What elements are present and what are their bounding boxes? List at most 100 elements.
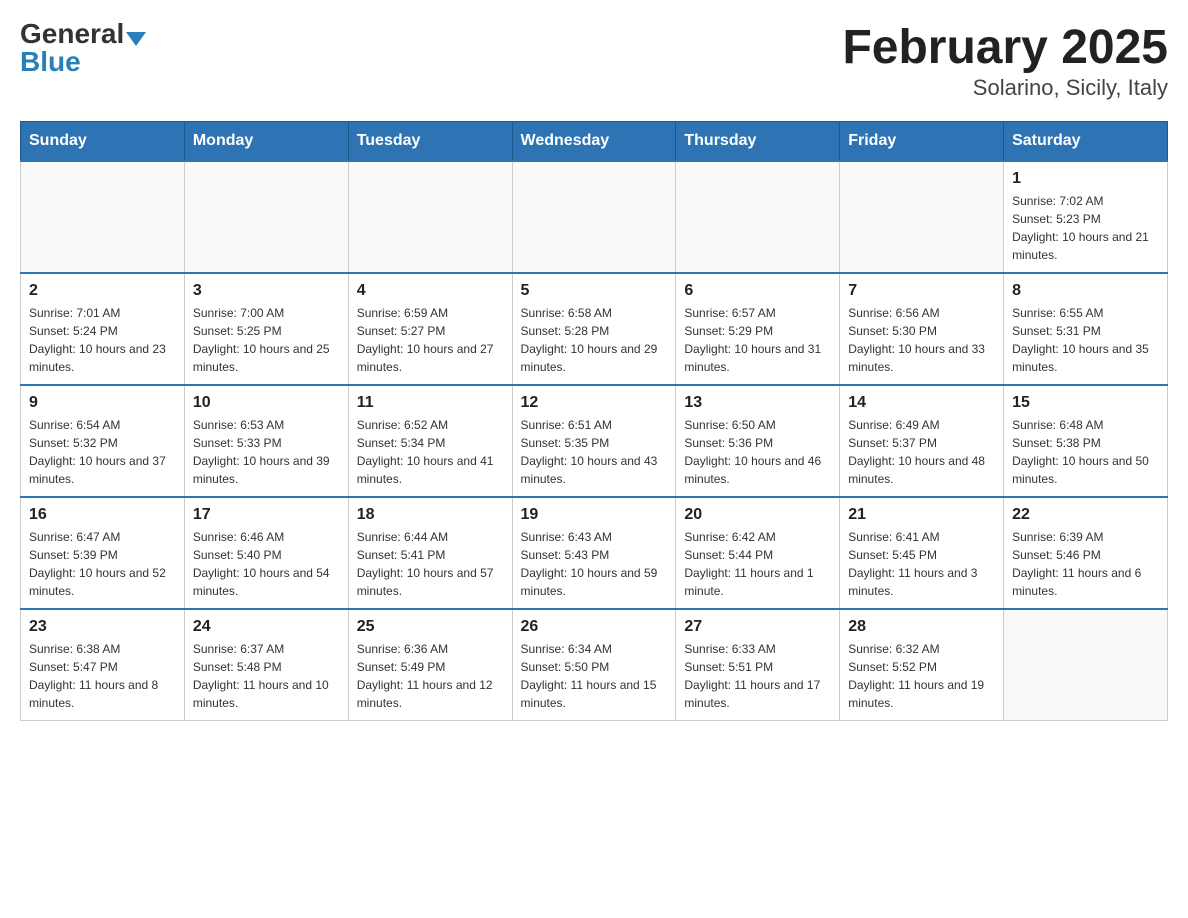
table-row: 19 Sunrise: 6:43 AMSunset: 5:43 PMDayligh…	[512, 497, 676, 609]
calendar-table: Sunday Monday Tuesday Wednesday Thursday…	[20, 121, 1168, 721]
day-number: 21	[848, 506, 995, 524]
table-row: 10 Sunrise: 6:53 AMSunset: 5:33 PMDayligh…	[184, 385, 348, 497]
day-number: 2	[29, 282, 176, 300]
day-info: Sunrise: 7:02 AMSunset: 5:23 PMDaylight:…	[1012, 192, 1159, 264]
table-row: 24 Sunrise: 6:37 AMSunset: 5:48 PMDayligh…	[184, 609, 348, 721]
table-row: 18 Sunrise: 6:44 AMSunset: 5:41 PMDayligh…	[348, 497, 512, 609]
day-number: 5	[521, 282, 668, 300]
header-wednesday: Wednesday	[512, 122, 676, 162]
page-subtitle: Solarino, Sicily, Italy	[842, 75, 1168, 101]
day-number: 18	[357, 506, 504, 524]
day-number: 3	[193, 282, 340, 300]
logo: General Blue	[20, 20, 146, 76]
calendar-header-row: Sunday Monday Tuesday Wednesday Thursday…	[21, 122, 1168, 162]
day-number: 16	[29, 506, 176, 524]
week-row-1: 2 Sunrise: 7:01 AMSunset: 5:24 PMDaylight…	[21, 273, 1168, 385]
table-row: 2 Sunrise: 7:01 AMSunset: 5:24 PMDaylight…	[21, 273, 185, 385]
header-saturday: Saturday	[1004, 122, 1168, 162]
day-info: Sunrise: 7:00 AMSunset: 5:25 PMDaylight:…	[193, 304, 340, 376]
day-info: Sunrise: 6:47 AMSunset: 5:39 PMDaylight:…	[29, 528, 176, 600]
day-number: 9	[29, 394, 176, 412]
week-row-4: 23 Sunrise: 6:38 AMSunset: 5:47 PMDayligh…	[21, 609, 1168, 721]
header-monday: Monday	[184, 122, 348, 162]
table-row: 6 Sunrise: 6:57 AMSunset: 5:29 PMDaylight…	[676, 273, 840, 385]
day-info: Sunrise: 6:41 AMSunset: 5:45 PMDaylight:…	[848, 528, 995, 600]
table-row: 14 Sunrise: 6:49 AMSunset: 5:37 PMDayligh…	[840, 385, 1004, 497]
day-info: Sunrise: 6:49 AMSunset: 5:37 PMDaylight:…	[848, 416, 995, 488]
day-info: Sunrise: 6:44 AMSunset: 5:41 PMDaylight:…	[357, 528, 504, 600]
day-number: 11	[357, 394, 504, 412]
table-row: 17Sunrise: 6:46 AMSunset: 5:40 PMDayligh…	[184, 497, 348, 609]
day-info: Sunrise: 6:51 AMSunset: 5:35 PMDaylight:…	[521, 416, 668, 488]
table-row: 25Sunrise: 6:36 AMSunset: 5:49 PMDayligh…	[348, 609, 512, 721]
day-info: Sunrise: 6:38 AMSunset: 5:47 PMDaylight:…	[29, 640, 176, 712]
day-number: 7	[848, 282, 995, 300]
table-row: 26 Sunrise: 6:34 AMSunset: 5:50 PMDayligh…	[512, 609, 676, 721]
page-header: General Blue February 2025 Solarino, Sic…	[20, 20, 1168, 101]
day-number: 24	[193, 618, 340, 636]
header-tuesday: Tuesday	[348, 122, 512, 162]
table-row: 28Sunrise: 6:32 AMSunset: 5:52 PMDayligh…	[840, 609, 1004, 721]
day-info: Sunrise: 6:55 AMSunset: 5:31 PMDaylight:…	[1012, 304, 1159, 376]
table-row	[348, 161, 512, 273]
day-info: Sunrise: 6:48 AMSunset: 5:38 PMDaylight:…	[1012, 416, 1159, 488]
week-row-0: 1 Sunrise: 7:02 AMSunset: 5:23 PMDaylight…	[21, 161, 1168, 273]
day-info: Sunrise: 7:01 AMSunset: 5:24 PMDaylight:…	[29, 304, 176, 376]
day-number: 4	[357, 282, 504, 300]
day-number: 26	[521, 618, 668, 636]
table-row: 1 Sunrise: 7:02 AMSunset: 5:23 PMDaylight…	[1004, 161, 1168, 273]
table-row: 5 Sunrise: 6:58 AMSunset: 5:28 PMDaylight…	[512, 273, 676, 385]
table-row: 16 Sunrise: 6:47 AMSunset: 5:39 PMDayligh…	[21, 497, 185, 609]
table-row	[840, 161, 1004, 273]
day-number: 6	[684, 282, 831, 300]
day-number: 23	[29, 618, 176, 636]
day-number: 25	[357, 618, 504, 636]
day-number: 27	[684, 618, 831, 636]
day-number: 10	[193, 394, 340, 412]
table-row: 20 Sunrise: 6:42 AMSunset: 5:44 PMDayligh…	[676, 497, 840, 609]
day-number: 19	[521, 506, 668, 524]
table-row: 11 Sunrise: 6:52 AMSunset: 5:34 PMDayligh…	[348, 385, 512, 497]
day-info: Sunrise: 6:46 AMSunset: 5:40 PMDaylight:…	[193, 528, 340, 600]
day-number: 13	[684, 394, 831, 412]
day-number: 8	[1012, 282, 1159, 300]
day-number: 1	[1012, 170, 1159, 188]
day-info: Sunrise: 6:57 AMSunset: 5:29 PMDaylight:…	[684, 304, 831, 376]
table-row: 8 Sunrise: 6:55 AMSunset: 5:31 PMDaylight…	[1004, 273, 1168, 385]
day-number: 20	[684, 506, 831, 524]
day-info: Sunrise: 6:42 AMSunset: 5:44 PMDaylight:…	[684, 528, 831, 600]
table-row: 22 Sunrise: 6:39 AMSunset: 5:46 PMDayligh…	[1004, 497, 1168, 609]
table-row: 7 Sunrise: 6:56 AMSunset: 5:30 PMDaylight…	[840, 273, 1004, 385]
table-row: 12Sunrise: 6:51 AMSunset: 5:35 PMDayligh…	[512, 385, 676, 497]
day-number: 15	[1012, 394, 1159, 412]
day-info: Sunrise: 6:33 AMSunset: 5:51 PMDaylight:…	[684, 640, 831, 712]
day-info: Sunrise: 6:37 AMSunset: 5:48 PMDaylight:…	[193, 640, 340, 712]
day-info: Sunrise: 6:58 AMSunset: 5:28 PMDaylight:…	[521, 304, 668, 376]
day-info: Sunrise: 6:53 AMSunset: 5:33 PMDaylight:…	[193, 416, 340, 488]
day-number: 14	[848, 394, 995, 412]
table-row	[1004, 609, 1168, 721]
week-row-3: 16 Sunrise: 6:47 AMSunset: 5:39 PMDayligh…	[21, 497, 1168, 609]
day-info: Sunrise: 6:34 AMSunset: 5:50 PMDaylight:…	[521, 640, 668, 712]
day-info: Sunrise: 6:39 AMSunset: 5:46 PMDaylight:…	[1012, 528, 1159, 600]
table-row: 23 Sunrise: 6:38 AMSunset: 5:47 PMDayligh…	[21, 609, 185, 721]
page-title: February 2025	[842, 20, 1168, 75]
table-row	[21, 161, 185, 273]
logo-blue-text: Blue	[20, 48, 81, 76]
day-info: Sunrise: 6:56 AMSunset: 5:30 PMDaylight:…	[848, 304, 995, 376]
day-number: 22	[1012, 506, 1159, 524]
day-info: Sunrise: 6:52 AMSunset: 5:34 PMDaylight:…	[357, 416, 504, 488]
header-sunday: Sunday	[21, 122, 185, 162]
table-row	[676, 161, 840, 273]
day-info: Sunrise: 6:54 AMSunset: 5:32 PMDaylight:…	[29, 416, 176, 488]
table-row	[184, 161, 348, 273]
day-info: Sunrise: 6:43 AMSunset: 5:43 PMDaylight:…	[521, 528, 668, 600]
table-row: 9 Sunrise: 6:54 AMSunset: 5:32 PMDaylight…	[21, 385, 185, 497]
day-info: Sunrise: 6:32 AMSunset: 5:52 PMDaylight:…	[848, 640, 995, 712]
logo-general-text: General	[20, 18, 124, 49]
table-row	[512, 161, 676, 273]
table-row: 27 Sunrise: 6:33 AMSunset: 5:51 PMDayligh…	[676, 609, 840, 721]
table-row: 21 Sunrise: 6:41 AMSunset: 5:45 PMDayligh…	[840, 497, 1004, 609]
table-row: 3 Sunrise: 7:00 AMSunset: 5:25 PMDaylight…	[184, 273, 348, 385]
logo-triangle-icon	[126, 32, 146, 46]
